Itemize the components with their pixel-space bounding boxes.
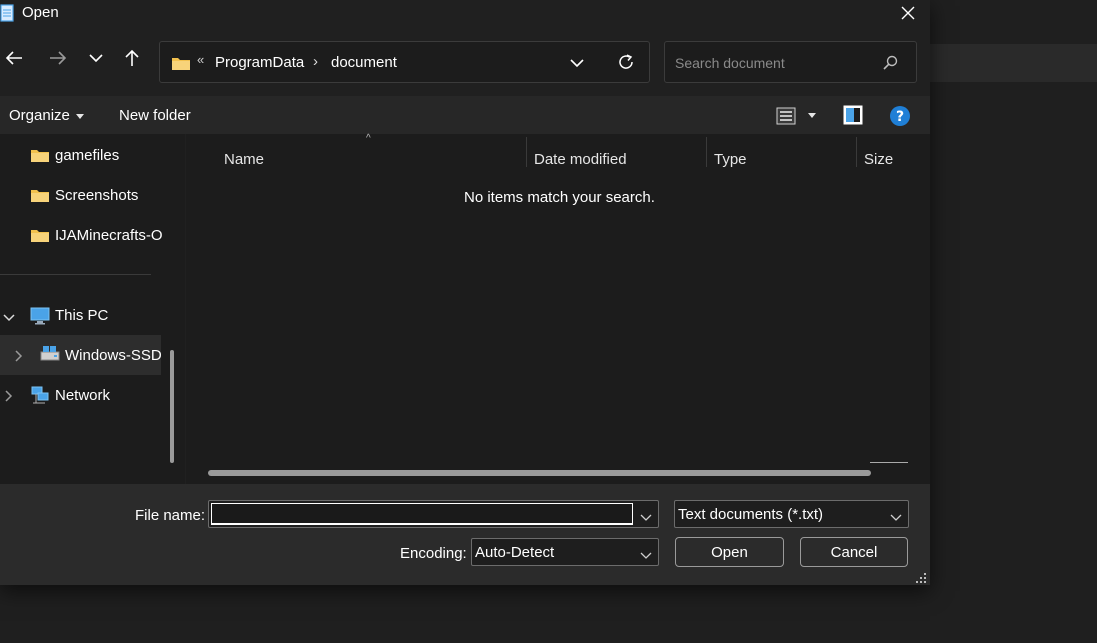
recent-locations-button[interactable] [82,44,110,72]
forward-arrow-icon [50,51,67,65]
back-arrow-icon [5,51,22,65]
horizontal-scrollbar[interactable] [208,470,871,476]
network-icon [30,385,50,409]
window-title: Open [22,4,59,21]
folder-icon [30,147,50,167]
nav-item-label: Network [55,387,111,404]
svg-text:?: ? [896,109,904,125]
navigation-scrollbar[interactable] [170,350,174,463]
column-separator[interactable] [526,137,527,167]
scrollbar-end-marker [870,462,908,463]
file-list [186,134,930,484]
search-icon [882,55,898,76]
caret-down-icon [75,113,84,119]
chevron-down-icon [89,54,103,63]
breadcrumb-programdata[interactable]: ProgramData [215,54,304,71]
encoding-label: Encoding: [400,545,467,562]
folder-icon [30,187,50,207]
breadcrumb-document[interactable]: document [331,54,397,71]
nav-item-label: This PC [55,307,109,324]
view-options-icon[interactable] [776,107,796,130]
refresh-icon[interactable] [617,53,635,76]
cancel-button[interactable]: Cancel [800,537,908,567]
up-arrow-icon [125,49,139,66]
column-header-name[interactable]: Name [224,151,264,168]
expand-chevron-down-icon[interactable] [3,310,15,327]
nav-item-label: gamefiles [55,147,120,164]
folder-icon [30,227,50,247]
column-header-size[interactable]: Size [864,151,893,168]
chevron-down-icon [640,547,652,565]
address-dropdown-icon[interactable] [570,55,584,73]
file-type-select[interactable]: Text documents (*.txt) [674,500,909,528]
help-icon[interactable]: ? [889,105,911,132]
title-bar: Open [0,0,930,28]
chevron-down-icon[interactable] [640,509,652,527]
encoding-value: Auto-Detect [475,544,555,561]
column-separator[interactable] [856,137,857,167]
open-dialog: Open « ProgramData › document Search doc… [0,0,930,585]
folder-icon [171,55,191,76]
organize-menu[interactable]: Organize [9,107,84,124]
expand-chevron-right-icon[interactable] [4,389,14,406]
computer-icon [30,307,50,329]
address-bar[interactable]: « ProgramData › document [159,41,650,83]
sort-ascending-icon: ^ [366,133,371,144]
chevron-down-icon [890,509,902,527]
up-button[interactable] [118,44,146,72]
background-window-band [930,44,1097,82]
nav-item-label: Windows-SSD [65,347,162,364]
notepad-icon [0,4,14,27]
search-box[interactable]: Search document [664,41,917,83]
close-button[interactable] [888,0,928,26]
nav-item-label: Screenshots [55,187,139,204]
column-header-type[interactable]: Type [714,151,747,168]
nav-item-label: IJAMinecrafts-O [55,227,163,244]
preview-pane-icon[interactable] [843,105,863,130]
breadcrumb-separator: › [313,53,318,70]
file-type-value: Text documents (*.txt) [678,506,824,523]
close-icon [901,6,915,20]
organize-label: Organize [9,107,70,124]
forward-button[interactable] [44,44,72,72]
new-folder-button[interactable]: New folder [119,107,191,124]
nav-divider [0,274,151,275]
file-name-input[interactable] [211,503,633,525]
file-name-combobox[interactable] [208,500,659,528]
column-separator[interactable] [706,137,707,167]
open-button[interactable]: Open [675,537,784,567]
encoding-select[interactable]: Auto-Detect [471,538,659,566]
back-button[interactable] [0,44,28,72]
search-placeholder: Search document [675,55,785,71]
column-header-date-modified[interactable]: Date modified [534,151,627,168]
navigation-pane: gamefiles Screenshots IJAMinecrafts-O Th… [0,134,185,484]
expand-chevron-right-icon[interactable] [14,349,24,366]
empty-message: No items match your search. [464,189,655,206]
view-caret-icon[interactable] [808,113,816,118]
resize-grip-icon[interactable] [915,571,927,589]
breadcrumb-overflow[interactable]: « [197,52,204,67]
file-name-label: File name: [135,507,206,524]
drive-icon [40,344,60,366]
